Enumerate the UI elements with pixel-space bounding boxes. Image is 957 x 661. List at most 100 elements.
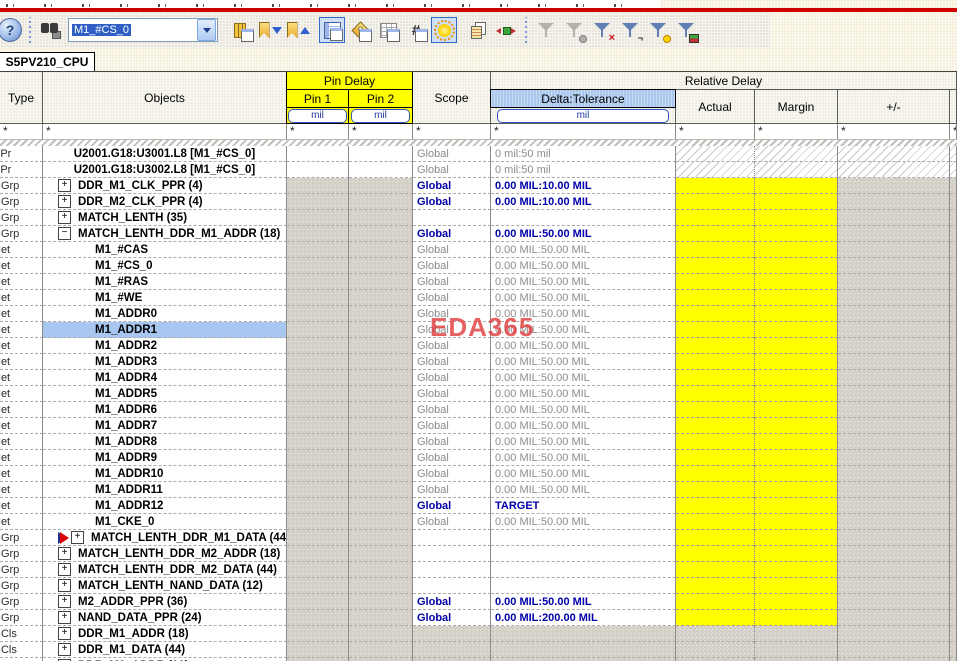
plus-minus-cell[interactable] — [838, 434, 950, 450]
actual-cell[interactable] — [676, 146, 755, 162]
pin2-cell[interactable] — [349, 418, 413, 434]
object-cell[interactable]: M1_#RAS — [43, 274, 287, 290]
pin2-cell[interactable] — [349, 466, 413, 482]
actual-cell[interactable] — [676, 306, 755, 322]
delta-tolerance-cell[interactable]: 0.00 MIL:200.00 MIL — [491, 610, 676, 626]
collapse-icon[interactable]: − — [58, 227, 71, 240]
plus-minus-cell[interactable] — [838, 530, 950, 546]
actual-cell[interactable] — [676, 434, 755, 450]
scope-cell[interactable]: Global — [413, 178, 491, 194]
plus-minus-cell[interactable] — [838, 258, 950, 274]
object-cell[interactable]: M1_ADDR2 — [43, 338, 287, 354]
type-cell[interactable]: Net — [0, 498, 43, 514]
pin1-cell[interactable] — [287, 434, 349, 450]
expand-icon[interactable]: + — [58, 627, 71, 640]
plus-minus-cell[interactable] — [838, 610, 950, 626]
delta-tolerance-cell[interactable]: 0.00 MIL:50.00 MIL — [491, 386, 676, 402]
plus-minus-cell[interactable] — [838, 386, 950, 402]
pin2-cell[interactable] — [349, 514, 413, 530]
margin-cell[interactable] — [754, 402, 838, 418]
object-cell[interactable]: M1_#CS_0 — [43, 258, 287, 274]
scope-cell[interactable]: Global — [413, 274, 491, 290]
filter-cell-plus-minus[interactable]: * — [838, 124, 950, 140]
actual-cell[interactable] — [676, 466, 755, 482]
filter-cell-pin1[interactable]: * — [287, 124, 349, 140]
pin2-cell[interactable] — [349, 322, 413, 338]
number-grid-icon[interactable]: # — [403, 17, 429, 43]
object-cell[interactable]: +MATCH_LENTH (35) — [43, 210, 287, 226]
pin1-cell[interactable] — [287, 258, 349, 274]
margin-cell[interactable] — [754, 594, 838, 610]
margin-cell[interactable] — [754, 466, 838, 482]
pin2-cell[interactable] — [349, 274, 413, 290]
pin2-cell[interactable] — [349, 210, 413, 226]
delta-tolerance-cell[interactable]: 0.00 MIL:50.00 MIL — [491, 594, 676, 610]
actual-cell[interactable] — [676, 610, 755, 626]
type-cell[interactable]: Net — [0, 386, 43, 402]
type-cell[interactable]: Net — [0, 482, 43, 498]
margin-cell[interactable] — [754, 386, 838, 402]
type-cell[interactable]: NGrp — [0, 578, 43, 594]
plus-minus-cell[interactable] — [838, 498, 950, 514]
scope-cell[interactable]: Global — [413, 258, 491, 274]
plus-minus-cell[interactable] — [838, 642, 950, 658]
plus-minus-cell[interactable] — [838, 322, 950, 338]
pin2-cell[interactable] — [349, 594, 413, 610]
margin-cell[interactable] — [754, 546, 838, 562]
plus-minus-cell[interactable] — [838, 514, 950, 530]
plus-minus-cell[interactable] — [838, 242, 950, 258]
type-cell[interactable]: NGrp — [0, 194, 43, 210]
margin-cell[interactable] — [754, 306, 838, 322]
pin1-cell[interactable] — [287, 482, 349, 498]
plus-minus-cell[interactable] — [838, 402, 950, 418]
object-cell[interactable]: M1_ADDR4 — [43, 370, 287, 386]
actual-cell[interactable] — [676, 514, 755, 530]
scope-cell[interactable]: Global — [413, 146, 491, 162]
expand-icon[interactable]: + — [58, 563, 71, 576]
pin2-cell[interactable] — [349, 626, 413, 642]
pin1-cell[interactable] — [287, 578, 349, 594]
delta-tolerance-cell[interactable] — [491, 562, 676, 578]
object-cell[interactable]: +MATCH_LENTH_DDR_M1_DATA (44) — [43, 530, 287, 546]
plus-minus-cell[interactable] — [838, 546, 950, 562]
delta-tolerance-cell[interactable]: 0.00 MIL:50.00 MIL — [491, 514, 676, 530]
object-cell[interactable]: M1_ADDR12 — [43, 498, 287, 514]
plus-minus-cell[interactable] — [838, 178, 950, 194]
actual-cell[interactable] — [676, 322, 755, 338]
type-cell[interactable]: Net — [0, 370, 43, 386]
object-cell[interactable]: +DDR_M1_DATA (44) — [43, 642, 287, 658]
pin2-cell[interactable] — [349, 242, 413, 258]
pin1-cell[interactable] — [287, 466, 349, 482]
net-select-combo[interactable]: M1_#CS_0 — [68, 18, 218, 42]
actual-cell[interactable] — [676, 546, 755, 562]
pin2-cell[interactable] — [349, 162, 413, 178]
actual-cell[interactable] — [676, 530, 755, 546]
actual-cell[interactable] — [676, 642, 755, 658]
type-cell[interactable]: NGrp — [0, 610, 43, 626]
scope-cell[interactable]: Global — [413, 226, 491, 242]
pin2-cell[interactable] — [349, 258, 413, 274]
scope-cell[interactable]: Global — [413, 450, 491, 466]
pin1-cell[interactable] — [287, 194, 349, 210]
plus-minus-cell[interactable] — [838, 578, 950, 594]
pin1-cell[interactable] — [287, 354, 349, 370]
pin2-cell[interactable] — [349, 338, 413, 354]
delta-tolerance-cell[interactable]: 0.00 MIL:50.00 MIL — [491, 226, 676, 242]
type-cell[interactable]: Net — [0, 322, 43, 338]
delta-tolerance-cell[interactable]: 0.00 MIL:50.00 MIL — [491, 290, 676, 306]
pin2-cell[interactable] — [349, 610, 413, 626]
scope-cell[interactable] — [413, 578, 491, 594]
margin-cell[interactable] — [754, 290, 838, 306]
scope-cell[interactable] — [413, 562, 491, 578]
delta-tolerance-cell[interactable]: 0 mil:50 mil — [491, 146, 676, 162]
pin1-cell[interactable] — [287, 642, 349, 658]
object-cell[interactable]: M1_ADDR3 — [43, 354, 287, 370]
plus-minus-cell[interactable] — [838, 418, 950, 434]
filter-cell-delta[interactable]: * — [491, 124, 676, 140]
pin2-cell[interactable] — [349, 402, 413, 418]
delta-tolerance-cell[interactable]: 0.00 MIL:50.00 MIL — [491, 450, 676, 466]
pin1-cell[interactable] — [287, 306, 349, 322]
delta-unit-button[interactable]: mil — [497, 109, 668, 123]
pin2-cell[interactable] — [349, 498, 413, 514]
pin1-cell[interactable] — [287, 498, 349, 514]
